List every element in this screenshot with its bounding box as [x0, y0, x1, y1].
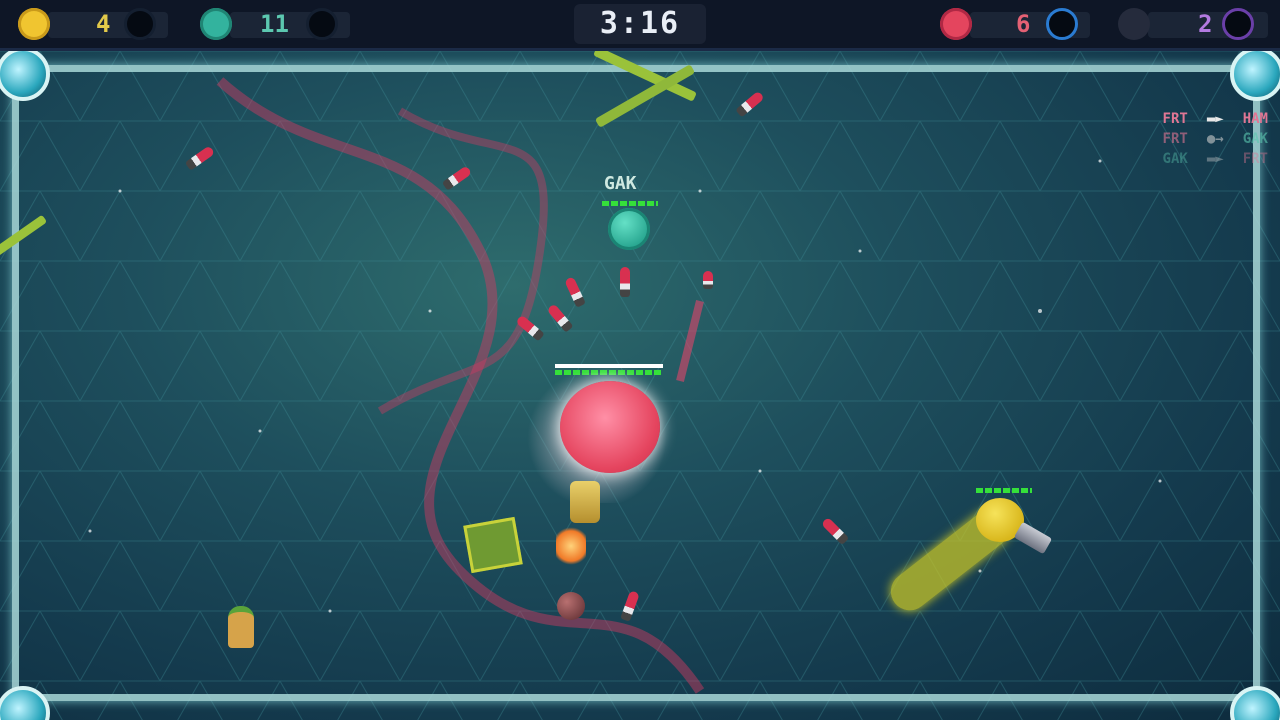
killer-name: FRT: [1162, 111, 1188, 127]
supply-crate[interactable]: [463, 516, 523, 574]
powerup-slot: [306, 8, 338, 40]
kill-feed-row: FRT ▬► HAM: [1163, 109, 1268, 129]
rifle-icon: ▬►: [1206, 111, 1224, 127]
corner-orb: [1230, 51, 1280, 101]
killer-name: GAK: [1162, 151, 1188, 167]
powerup-slot: [1046, 8, 1078, 40]
victim-name: HAM: [1242, 111, 1268, 127]
player-score: 2: [1198, 10, 1213, 38]
teal-blob-icon: [200, 8, 232, 40]
player-nametag: GAK: [604, 173, 637, 194]
health-bar: [602, 201, 658, 206]
victim-name: FRT: [1242, 151, 1268, 167]
kill-feed-row: GAK ▬► FRT: [1163, 149, 1268, 169]
yellow-blob-icon: [18, 8, 50, 40]
teal-blob-player[interactable]: [608, 208, 650, 250]
kill-feed-row: FRT ●→ GAK: [1163, 129, 1268, 149]
player-score: 4: [96, 10, 111, 38]
player-score: 11: [260, 10, 289, 38]
victim-name: GAK: [1242, 131, 1268, 147]
rocket-projectile: [620, 267, 630, 297]
health-bar: [976, 488, 1032, 493]
powerup-slot: [124, 8, 156, 40]
match-timer: 3:16: [574, 4, 706, 44]
bomb-icon: ●→: [1206, 131, 1224, 147]
bomb-projectile: [557, 592, 585, 620]
dark-blob-icon: [1118, 8, 1150, 40]
red-blob-player[interactable]: [560, 381, 660, 473]
rifle-icon: ▬►: [1206, 151, 1224, 167]
red-blob-icon: [940, 8, 972, 40]
shield-bar: [555, 364, 663, 368]
score-hud: 4 11 3:16 6 2: [0, 0, 1280, 51]
powerup-slot: [1222, 8, 1254, 40]
rocket-projectile: [703, 271, 713, 289]
killer-name: FRT: [1162, 131, 1188, 147]
taco-pickup[interactable]: [228, 606, 254, 648]
muzzle-flash: [556, 526, 586, 566]
player-score: 6: [1016, 10, 1031, 38]
game-arena[interactable]: FRT ▬► HAM FRT ●→ GAK GAK ▬► FRT GAK: [0, 51, 1280, 720]
kill-feed: FRT ▬► HAM FRT ●→ GAK GAK ▬► FRT: [1163, 109, 1268, 169]
cannon-weapon: [570, 481, 600, 523]
